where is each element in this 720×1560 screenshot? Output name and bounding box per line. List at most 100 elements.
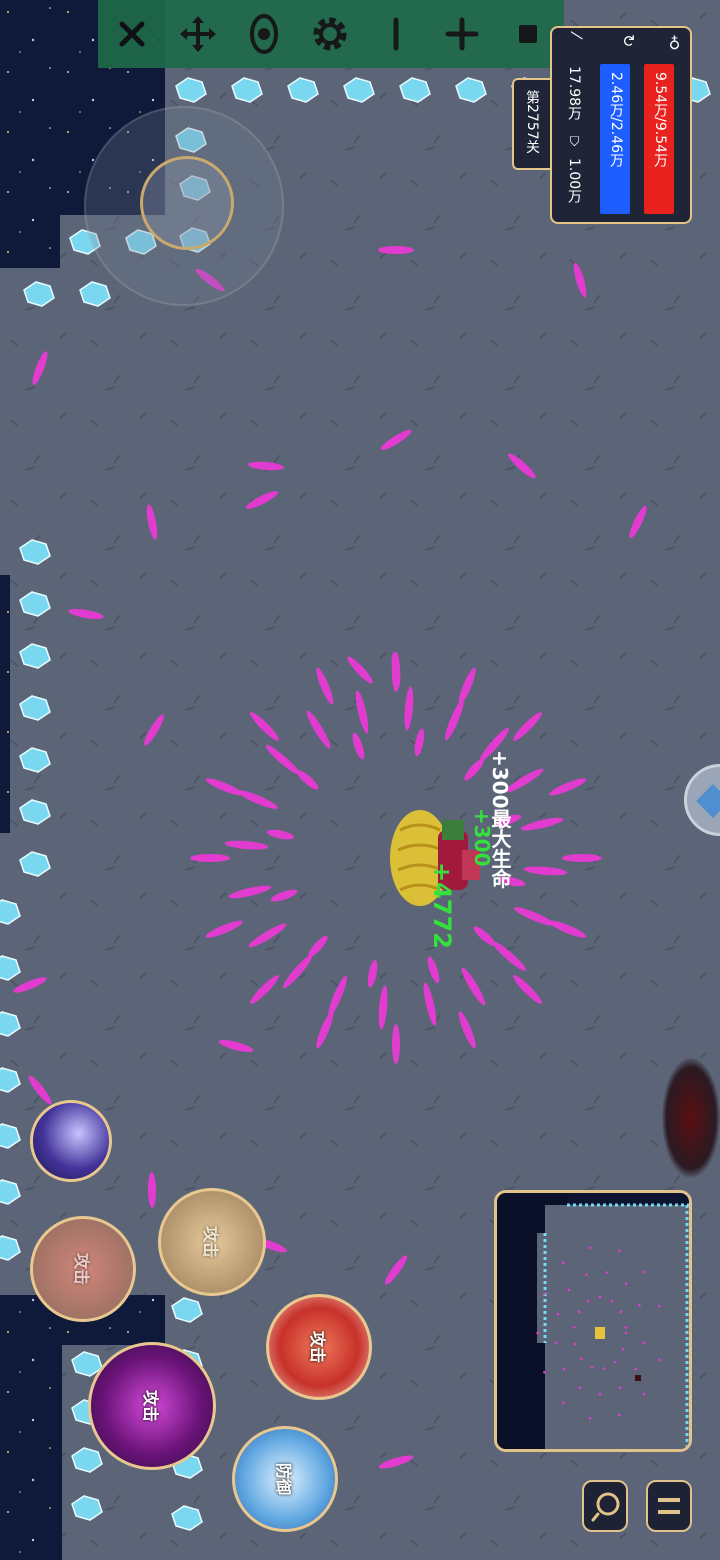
- minimap-projectile: [556, 1312, 560, 1316]
- projectile: [205, 778, 243, 796]
- projectile: [248, 923, 287, 948]
- minimap-projectile: [586, 1299, 590, 1303]
- stat-panel: ♁ ↻ ⁄ 9.54万/9.54万 2.46万/2.46万 17.98万 ⛉ 1…: [550, 26, 692, 224]
- attack-value: 17.98万: [566, 66, 582, 121]
- minimap-projectile: [588, 1246, 592, 1249]
- minimap[interactable]: [494, 1190, 692, 1452]
- minus-icon[interactable]: [370, 8, 422, 60]
- minimap-projectile: [562, 1367, 566, 1371]
- projectile: [328, 975, 347, 1017]
- skill-label-2: 攻击: [201, 1225, 220, 1259]
- minimap-projectile: [573, 1342, 577, 1346]
- projectile: [367, 959, 378, 988]
- minimap-projectile: [573, 1326, 576, 1329]
- skill-label-5: 攻击: [141, 1389, 160, 1423]
- defense-button[interactable]: 防御: [232, 1426, 338, 1532]
- mp-text: 2.46万/2.46万: [608, 72, 624, 168]
- projectile: [629, 505, 647, 539]
- projectile: [513, 975, 542, 1004]
- minimap-projectile: [621, 1348, 625, 1351]
- projectile: [380, 429, 412, 451]
- projectile: [68, 608, 104, 620]
- pause-button[interactable]: [646, 1480, 692, 1532]
- minimap-projectile: [585, 1273, 588, 1277]
- minimap-projectile: [567, 1288, 571, 1292]
- minimap-projectile: [602, 1367, 606, 1370]
- projectile: [224, 840, 269, 850]
- projectile: [248, 461, 284, 471]
- projectile: [573, 262, 587, 298]
- skill-button-3[interactable]: 攻击: [30, 1216, 136, 1322]
- minimap-projectile: [624, 1326, 627, 1329]
- minimap-projectile: [617, 1413, 621, 1417]
- stop-icon[interactable]: [502, 8, 554, 60]
- enemy-shadow: [662, 1058, 720, 1178]
- skill-button-1[interactable]: [30, 1100, 112, 1182]
- move-icon[interactable]: [172, 8, 224, 60]
- projectile: [306, 710, 331, 749]
- projectile: [523, 866, 568, 876]
- projectile: [316, 667, 334, 705]
- projectile: [513, 907, 555, 926]
- skill-button-2[interactable]: 攻击: [158, 1188, 266, 1296]
- projectile: [237, 790, 279, 809]
- projectile: [245, 491, 279, 509]
- projectile: [228, 885, 272, 899]
- projectile: [378, 246, 414, 254]
- projectile: [492, 941, 527, 971]
- minimap-projectile: [598, 1392, 602, 1396]
- projectile: [316, 1011, 334, 1049]
- projectile: [445, 699, 464, 741]
- projectile: [266, 829, 295, 840]
- projectile: [461, 967, 486, 1006]
- plus-icon[interactable]: [436, 8, 488, 60]
- eye-icon[interactable]: [238, 8, 290, 60]
- skill-button-4[interactable]: 攻击: [266, 1294, 372, 1400]
- game-viewport[interactable]: 第2757关 ♁ ↻ ⁄ 9.54万/9.54万 2.46万/2.46万 17.…: [0, 0, 720, 1560]
- minimap-player-marker: [595, 1327, 605, 1339]
- mp-bar: 2.46万/2.46万: [600, 64, 630, 214]
- minimap-projectile: [638, 1303, 641, 1307]
- projectile: [347, 656, 373, 684]
- projectile: [32, 351, 48, 385]
- defense-value: 1.00万: [566, 158, 582, 204]
- minimap-enemy-marker: [635, 1375, 641, 1381]
- close-icon[interactable]: [106, 8, 158, 60]
- joystick-knob[interactable]: [140, 156, 234, 250]
- minimap-view: [497, 1193, 689, 1449]
- projectile: [549, 920, 587, 938]
- projectile: [205, 920, 243, 938]
- projectile: [283, 954, 313, 989]
- minimap-projectile: [543, 1370, 546, 1374]
- skill-button-5[interactable]: 攻击: [88, 1342, 216, 1470]
- minimap-projectile: [619, 1310, 623, 1314]
- hp-bar: 9.54万/9.54万: [644, 64, 674, 214]
- search-button[interactable]: [582, 1480, 628, 1532]
- minimap-projectile: [610, 1299, 614, 1303]
- projectile: [28, 1075, 52, 1105]
- gain-text: +300: [470, 808, 494, 867]
- gear-icon[interactable]: [304, 8, 356, 60]
- projectile: [423, 982, 437, 1026]
- minimap-projectile: [598, 1295, 602, 1299]
- minimap-projectile: [658, 1358, 661, 1361]
- minimap-projectile: [624, 1282, 628, 1285]
- projectile: [144, 714, 164, 746]
- minimap-projectile: [618, 1386, 622, 1389]
- projectile: [458, 667, 476, 705]
- projectile: [378, 985, 388, 1030]
- projectile: [520, 817, 564, 831]
- minimap-projectile: [562, 1261, 565, 1265]
- projectile: [355, 690, 369, 734]
- heal-text: +4772: [428, 862, 456, 949]
- shield-icon: ⛉: [567, 136, 582, 149]
- skill-label-3: 攻击: [72, 1252, 91, 1286]
- projectile: [458, 1011, 476, 1049]
- level-text: 第2757关: [524, 90, 540, 154]
- minimap-projectile: [634, 1367, 638, 1371]
- minimap-projectile: [588, 1417, 592, 1420]
- projectile: [392, 1024, 400, 1064]
- minimap-projectile: [642, 1392, 646, 1396]
- debug-toolbar: [98, 0, 564, 68]
- pause-icon: [658, 1498, 680, 1514]
